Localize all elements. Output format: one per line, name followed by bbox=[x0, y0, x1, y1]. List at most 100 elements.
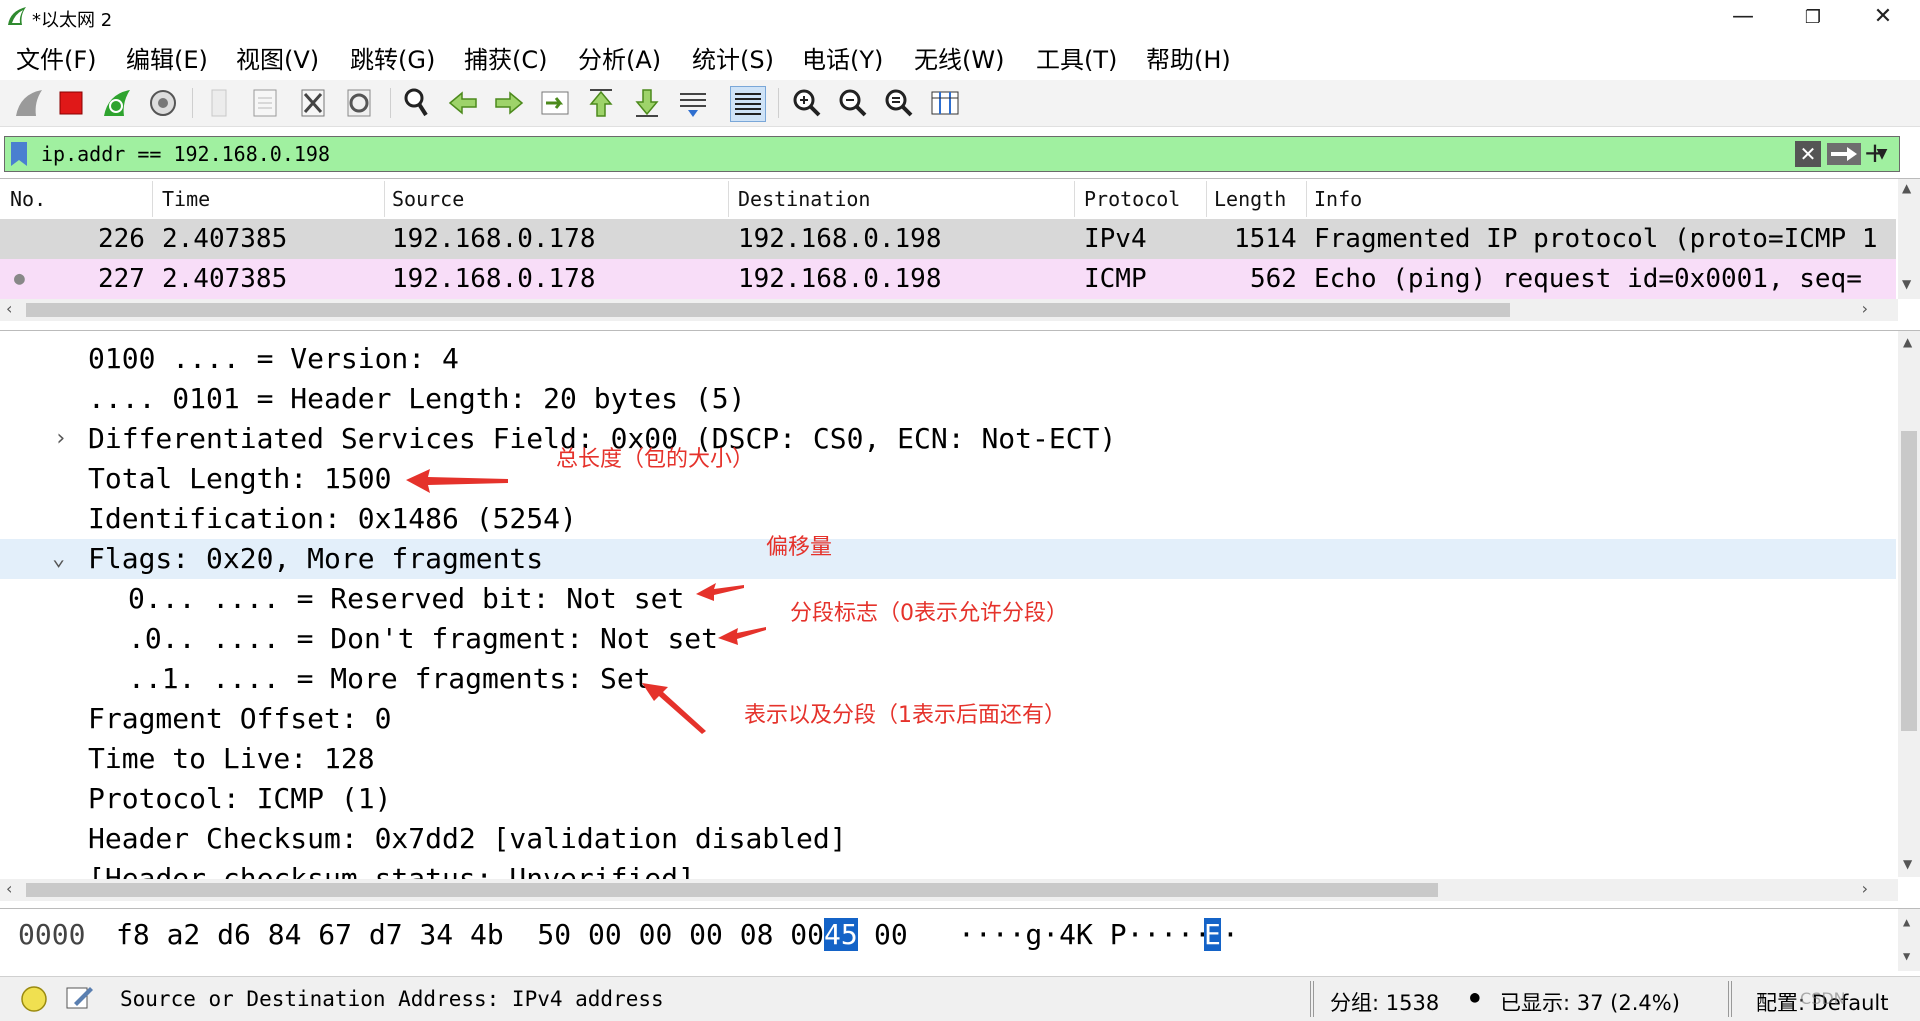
collapse-chevron-icon[interactable]: ⌄ bbox=[52, 539, 65, 579]
bytes-hex-after[interactable]: 00 bbox=[874, 918, 908, 951]
menu-analyze[interactable]: 分析(A) bbox=[578, 40, 661, 75]
zoom-out-icon[interactable] bbox=[836, 86, 870, 120]
column-header-length[interactable]: Length bbox=[1214, 187, 1286, 211]
go-last-icon[interactable] bbox=[630, 86, 664, 120]
scroll-up-icon[interactable]: ▲ bbox=[1903, 335, 1912, 349]
menu-statistics[interactable]: 统计(S) bbox=[692, 40, 774, 75]
bytes-ascii-selected[interactable]: E bbox=[1204, 918, 1221, 951]
zoom-normal-icon[interactable] bbox=[882, 86, 916, 120]
menu-capture[interactable]: 捕获(C) bbox=[464, 40, 547, 75]
scroll-up-icon[interactable]: ▲ bbox=[1902, 181, 1911, 195]
go-first-icon[interactable] bbox=[584, 86, 618, 120]
reload-file-icon[interactable] bbox=[342, 86, 376, 120]
restore-button[interactable]: ❐ bbox=[1780, 0, 1846, 36]
column-header-source[interactable]: Source bbox=[392, 187, 464, 211]
detail-line-selected[interactable]: ⌄ Flags: 0x20, More fragments bbox=[0, 539, 1896, 579]
column-header-no[interactable]: No. bbox=[10, 187, 46, 211]
expand-chevron-icon[interactable]: › bbox=[54, 419, 67, 459]
filter-bookmark-icon[interactable] bbox=[11, 142, 27, 166]
bytes-ascii[interactable]: ····g·4K P····· bbox=[958, 918, 1211, 951]
detail-line[interactable]: ..1. .... = More fragments: Set bbox=[0, 659, 1896, 699]
detail-text: [Header checksum status: Unverified] bbox=[88, 862, 695, 879]
annotation-total-length: 总长度（包的大小） bbox=[556, 447, 755, 472]
go-to-packet-icon[interactable] bbox=[538, 86, 572, 120]
menu-edit[interactable]: 编辑(E) bbox=[126, 40, 208, 75]
start-capture-icon[interactable] bbox=[12, 86, 46, 120]
horizontal-scroll-thumb[interactable] bbox=[26, 303, 1510, 317]
vertical-scroll-thumb[interactable] bbox=[1901, 431, 1917, 731]
scroll-up-icon[interactable]: ▲ bbox=[1903, 915, 1910, 929]
bytes-vertical-scrollbar[interactable]: ▲ ▼ bbox=[1898, 909, 1920, 971]
column-header-info[interactable]: Info bbox=[1314, 187, 1362, 211]
detail-line[interactable]: Identification: 0x1486 (5254) bbox=[0, 499, 1896, 539]
detail-line[interactable]: Time to Live: 128 bbox=[0, 739, 1896, 779]
packet-list-horizontal-scrollbar[interactable]: ‹ › bbox=[0, 299, 1898, 321]
minimize-button[interactable]: — bbox=[1710, 0, 1776, 36]
column-header-protocol[interactable]: Protocol bbox=[1084, 187, 1180, 211]
column-divider[interactable] bbox=[728, 181, 729, 217]
save-file-icon[interactable] bbox=[248, 86, 282, 120]
detail-line[interactable]: Total Length: 1500 bbox=[0, 459, 1896, 499]
packet-list-vertical-scrollbar[interactable]: ▲ ▼ bbox=[1898, 179, 1920, 299]
detail-line[interactable]: .... 0101 = Header Length: 20 bytes (5) bbox=[0, 379, 1896, 419]
menu-wireless[interactable]: 无线(W) bbox=[914, 40, 1004, 75]
column-divider[interactable] bbox=[1074, 181, 1075, 217]
menu-view[interactable]: 视图(V) bbox=[236, 40, 319, 75]
stop-capture-icon[interactable] bbox=[54, 86, 88, 120]
column-divider[interactable] bbox=[152, 181, 153, 217]
menu-tools[interactable]: 工具(T) bbox=[1036, 40, 1117, 75]
detail-line[interactable]: [Header checksum status: Unverified] bbox=[0, 859, 1896, 879]
scroll-left-icon[interactable]: ‹ bbox=[6, 299, 12, 318]
detail-line[interactable]: Header Checksum: 0x7dd2 [validation disa… bbox=[0, 819, 1896, 859]
scroll-right-icon[interactable]: › bbox=[1862, 879, 1868, 898]
details-vertical-scrollbar[interactable]: ▲ ▼ bbox=[1898, 331, 1920, 877]
column-header-time[interactable]: Time bbox=[162, 187, 210, 211]
go-forward-icon[interactable] bbox=[492, 86, 526, 120]
toolbar-separator bbox=[778, 88, 779, 118]
scroll-down-icon[interactable]: ▼ bbox=[1902, 277, 1911, 291]
close-file-icon[interactable] bbox=[296, 86, 330, 120]
detail-line[interactable]: Protocol: ICMP (1) bbox=[0, 779, 1896, 819]
menu-telephony[interactable]: 电话(Y) bbox=[802, 40, 883, 75]
go-back-icon[interactable] bbox=[446, 86, 480, 120]
scroll-right-icon[interactable]: › bbox=[1862, 299, 1868, 318]
status-divider[interactable] bbox=[1310, 981, 1314, 1017]
restart-capture-icon[interactable] bbox=[100, 86, 134, 120]
close-button[interactable]: ✕ bbox=[1850, 0, 1916, 36]
find-packet-icon[interactable] bbox=[400, 86, 434, 120]
scroll-down-icon[interactable]: ▼ bbox=[1903, 857, 1912, 871]
horizontal-scroll-thumb[interactable] bbox=[26, 883, 1438, 897]
menu-help[interactable]: 帮助(H) bbox=[1146, 40, 1231, 75]
menu-file[interactable]: 文件(F) bbox=[16, 40, 97, 75]
detail-line[interactable]: 0100 .... = Version: 4 bbox=[0, 339, 1896, 379]
scroll-left-icon[interactable]: ‹ bbox=[6, 879, 12, 898]
menu-go[interactable]: 跳转(G) bbox=[350, 40, 435, 75]
packet-row[interactable]: ● 227 2.407385 192.168.0.178 192.168.0.1… bbox=[0, 259, 1896, 299]
add-filter-button-icon[interactable]: + bbox=[1862, 136, 1888, 170]
bytes-ascii-after[interactable]: · bbox=[1222, 918, 1239, 951]
clear-filter-icon[interactable]: ✕ bbox=[1795, 141, 1821, 167]
display-filter-input[interactable] bbox=[41, 137, 1641, 171]
column-header-destination[interactable]: Destination bbox=[738, 187, 870, 211]
apply-filter-icon[interactable] bbox=[1827, 143, 1861, 165]
open-file-icon[interactable] bbox=[204, 86, 238, 120]
detail-line[interactable]: › Differentiated Services Field: 0x00 (D… bbox=[0, 419, 1896, 459]
column-divider[interactable] bbox=[1306, 181, 1307, 217]
column-divider[interactable] bbox=[1206, 181, 1207, 217]
column-divider[interactable] bbox=[384, 181, 385, 217]
scroll-down-icon[interactable]: ▼ bbox=[1903, 949, 1910, 963]
status-packets: 分组: 1538 bbox=[1330, 991, 1440, 1015]
capture-comment-icon[interactable] bbox=[64, 983, 94, 1013]
zoom-in-icon[interactable] bbox=[790, 86, 824, 120]
expert-info-icon[interactable] bbox=[20, 985, 48, 1013]
resize-columns-icon[interactable] bbox=[928, 86, 962, 120]
status-displayed: 已显示: 37 (2.4%) bbox=[1500, 991, 1680, 1015]
colorize-icon[interactable] bbox=[730, 86, 766, 122]
status-divider[interactable] bbox=[1728, 981, 1732, 1017]
packet-row[interactable]: 226 2.407385 192.168.0.178 192.168.0.198… bbox=[0, 219, 1896, 259]
autoscroll-icon[interactable] bbox=[676, 86, 710, 120]
details-horizontal-scrollbar[interactable]: ‹ › bbox=[0, 879, 1898, 901]
bytes-hex-selected[interactable]: 45 bbox=[824, 918, 858, 951]
capture-options-icon[interactable] bbox=[146, 86, 180, 120]
bytes-hex[interactable]: f8 a2 d6 84 67 d7 34 4b 50 00 00 00 08 0… bbox=[116, 918, 824, 951]
